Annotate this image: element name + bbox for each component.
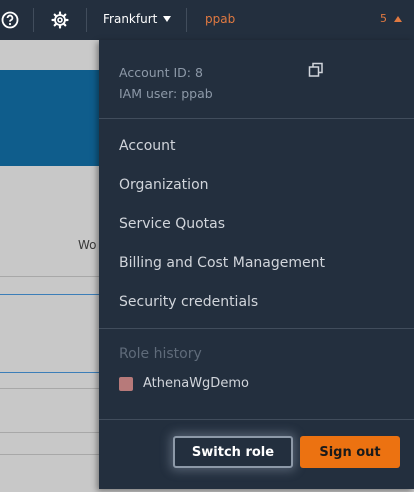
menu-item-billing[interactable]: Billing and Cost Management — [119, 255, 325, 271]
content-divider — [0, 276, 100, 277]
account-id: Account ID: 8 — [119, 65, 203, 80]
menu-item-service-quotas[interactable]: Service Quotas — [119, 216, 225, 232]
page-header-banner — [0, 70, 100, 166]
nav-separator — [86, 8, 87, 32]
role-history-item[interactable]: AthenaWgDemo — [119, 376, 249, 391]
settings-icon[interactable] — [50, 10, 70, 30]
nav-separator — [186, 8, 187, 32]
role-history-item-label: AthenaWgDemo — [143, 376, 249, 391]
content-divider — [0, 432, 100, 433]
account-count-label: 5 — [380, 12, 387, 25]
role-color-swatch — [119, 376, 133, 391]
account-menu-toggle[interactable]: 5 — [380, 12, 402, 25]
region-selector[interactable]: Frankfurt — [103, 12, 172, 26]
account-menu-button[interactable]: ppab — [205, 12, 235, 26]
dropdown-divider — [99, 328, 414, 329]
caret-down-icon — [163, 16, 172, 22]
page-content-panel — [0, 166, 100, 492]
account-dropdown: Account ID: 8 IAM user: ppab Account Org… — [99, 40, 414, 489]
copy-icon[interactable] — [308, 62, 324, 78]
content-divider — [0, 372, 100, 373]
dropdown-divider — [99, 419, 414, 420]
content-divider — [0, 388, 100, 389]
iam-user: IAM user: ppab — [119, 86, 213, 101]
top-navigation-bar: Frankfurt ppab 5 — [0, 0, 414, 40]
menu-item-security-credentials[interactable]: Security credentials — [119, 294, 258, 310]
account-info: Account ID: 8 IAM user: ppab — [119, 62, 213, 104]
menu-item-organization[interactable]: Organization — [119, 177, 209, 193]
menu-item-account[interactable]: Account — [119, 138, 176, 154]
nav-separator — [33, 8, 34, 32]
page-partial-text: Wo — [78, 238, 97, 252]
help-icon[interactable] — [0, 10, 20, 30]
content-divider — [0, 294, 100, 295]
switch-role-button[interactable]: Switch role — [173, 436, 293, 468]
content-divider — [0, 454, 100, 455]
caret-up-icon — [394, 15, 402, 22]
region-label: Frankfurt — [103, 12, 158, 26]
sign-out-button[interactable]: Sign out — [300, 436, 400, 468]
dropdown-divider — [99, 118, 414, 119]
role-history-heading: Role history — [119, 346, 202, 362]
